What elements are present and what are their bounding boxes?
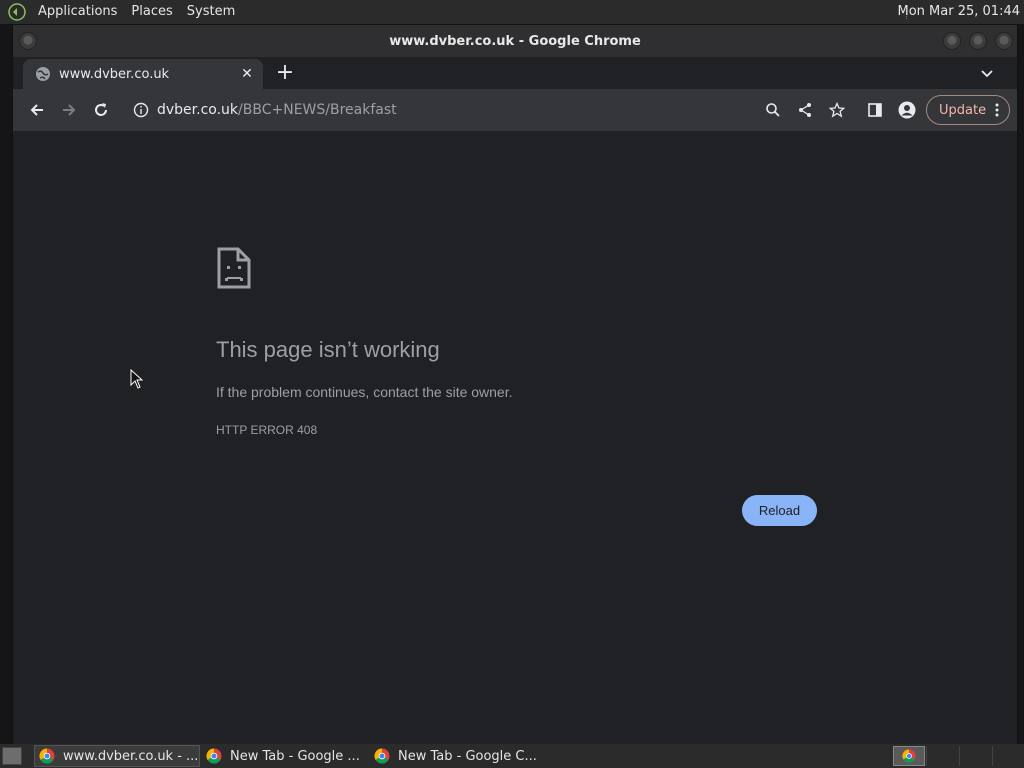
chrome-icon (39, 748, 55, 764)
taskbar-item-chrome-2[interactable]: New Tab - Google ... (202, 745, 368, 767)
taskbar: www.dvber.co.uk - ... New Tab - Google .… (0, 744, 1024, 768)
profile-icon (898, 101, 916, 119)
error-code: HTTP ERROR 408 (216, 423, 318, 437)
maximize-button[interactable] (969, 32, 987, 50)
taskbar-item-label: New Tab - Google ... (230, 748, 360, 764)
tab-title: www.dvber.co.uk (59, 66, 170, 82)
reload-toolbar-button[interactable] (91, 100, 111, 120)
menu-places[interactable]: Places (127, 0, 176, 24)
error-title: This page isn’t working (216, 337, 440, 362)
sad-page-icon (217, 247, 251, 289)
update-button[interactable]: Update (926, 95, 1010, 125)
mouse-cursor-icon (130, 369, 144, 389)
tab-strip: www.dvber.co.uk ✕ + (13, 57, 1017, 89)
taskbar-item-label: New Tab - Google C... (398, 748, 537, 764)
side-panel-button[interactable] (865, 100, 885, 120)
kebab-menu-icon[interactable] (995, 102, 999, 118)
url-host: dvber.co.uk (157, 102, 239, 118)
forward-button[interactable] (59, 100, 79, 120)
tab-close-icon[interactable]: ✕ (239, 66, 255, 82)
side-panel-icon (868, 103, 882, 117)
back-button[interactable] (27, 100, 47, 120)
show-desktop-icon[interactable] (2, 747, 22, 765)
window-menu-button[interactable] (19, 32, 37, 50)
top-panel: Applications Places System Mon Mar 25, 0… (0, 0, 1024, 24)
update-label: Update (939, 102, 987, 118)
workspace-3[interactable] (959, 746, 991, 766)
browser-window: www.dvber.co.uk - Google Chrome www.dvbe… (12, 24, 1018, 745)
workspace-1[interactable] (893, 746, 925, 766)
window-title: www.dvber.co.uk - Google Chrome (389, 33, 641, 49)
distro-logo-icon[interactable] (6, 1, 28, 23)
chrome-icon (902, 749, 916, 763)
new-tab-button[interactable]: + (275, 62, 295, 84)
minimize-button[interactable] (943, 32, 961, 50)
desktop-edge-right (1018, 24, 1024, 744)
clock[interactable]: Mon Mar 25, 01:44 (898, 0, 1020, 24)
address-bar[interactable]: dvber.co.uk/BBC+NEWS/Breakfast (123, 94, 863, 126)
menu-system[interactable]: System (183, 0, 239, 24)
chevron-down-icon[interactable] (979, 65, 995, 81)
taskbar-item-chrome-3[interactable]: New Tab - Google C... (370, 745, 540, 767)
globe-icon (36, 67, 50, 81)
error-description: If the problem continues, contact the si… (216, 384, 513, 400)
zoom-search-button[interactable] (763, 100, 783, 120)
taskbar-item-label: www.dvber.co.uk - ... (63, 748, 199, 764)
star-icon (829, 102, 845, 118)
chrome-icon (374, 748, 390, 764)
close-window-button[interactable] (995, 32, 1013, 50)
arrow-right-icon (63, 104, 76, 116)
profile-button[interactable] (897, 100, 917, 120)
reload-button[interactable]: Reload (742, 495, 817, 526)
url-path: /BBC+NEWS/Breakfast (238, 102, 397, 118)
screen: Applications Places System Mon Mar 25, 0… (0, 0, 1024, 768)
search-icon (766, 103, 780, 117)
page-content: This page isn’t working If the problem c… (13, 131, 1017, 745)
share-button[interactable] (795, 100, 815, 120)
workspace-4[interactable] (992, 746, 1024, 766)
desktop-edge-left (0, 24, 12, 744)
chrome-icon (206, 748, 222, 764)
refresh-icon (95, 103, 107, 116)
taskbar-item-chrome-1[interactable]: www.dvber.co.uk - ... (34, 745, 200, 767)
workspace-2[interactable] (926, 746, 958, 766)
browser-toolbar: dvber.co.uk/BBC+NEWS/Breakfast Update (13, 89, 1017, 131)
menu-applications[interactable]: Applications (34, 0, 121, 24)
bookmark-button[interactable] (827, 100, 847, 120)
tab-active[interactable]: www.dvber.co.uk ✕ (23, 59, 263, 89)
window-titlebar[interactable]: www.dvber.co.uk - Google Chrome (13, 25, 1017, 57)
share-icon (799, 103, 811, 117)
info-icon[interactable] (133, 102, 149, 118)
arrow-left-icon (30, 104, 43, 116)
